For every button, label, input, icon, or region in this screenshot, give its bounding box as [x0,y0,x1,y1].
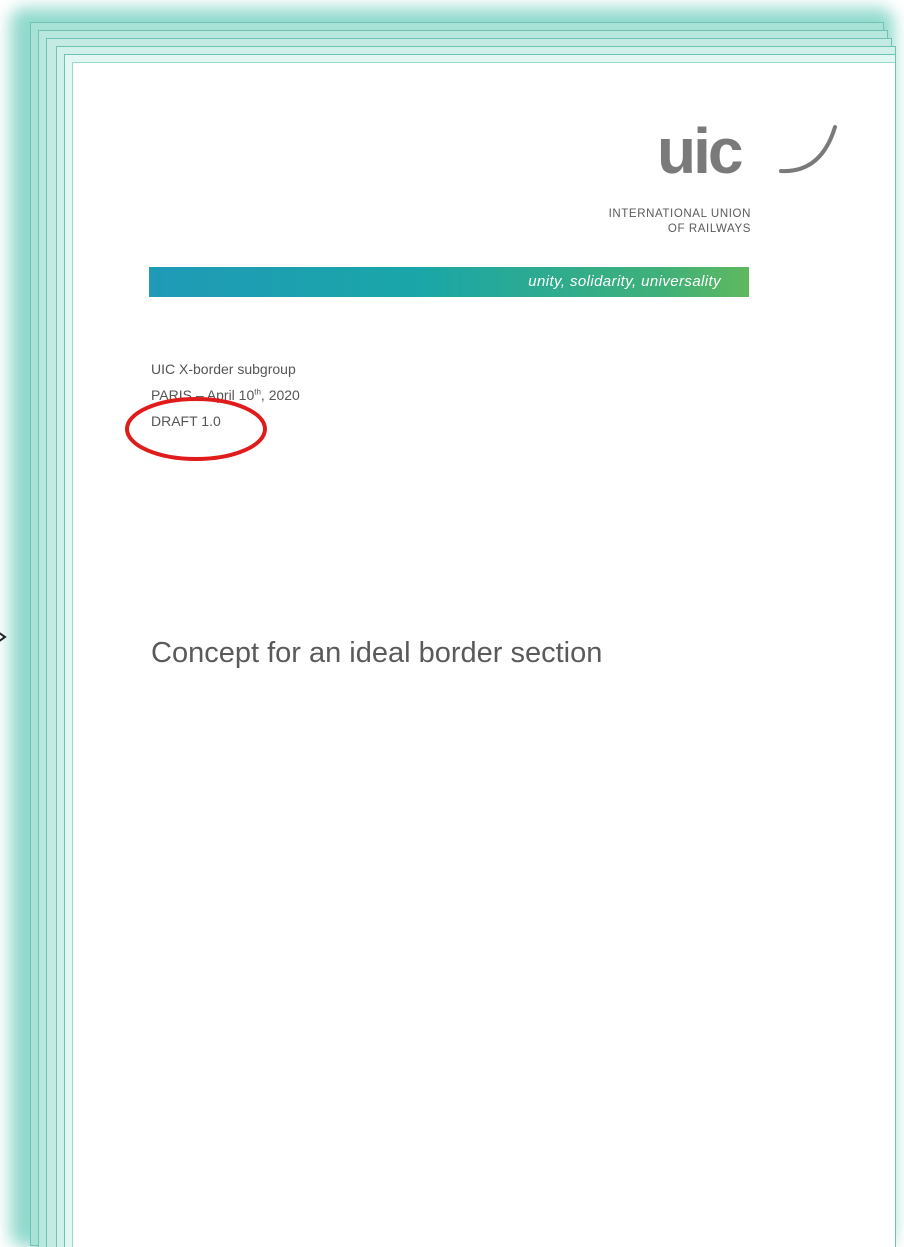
org-name-line-1: INTERNATIONAL UNION [608,208,751,220]
document-preview: uic INTERNATIONAL UNION OF RAILWAYS unit… [0,0,904,1247]
logo-wordmark: uic [657,121,742,185]
org-name-line-2: OF RAILWAYS [667,223,751,235]
uic-logo: uic [657,121,837,185]
red-highlight-ellipse [125,397,267,461]
arrow-head-icon [0,632,7,642]
cover-page: uic INTERNATIONAL UNION OF RAILWAYS unit… [72,62,895,1247]
document-title: Concept for an ideal border section [151,637,603,669]
group-name: UIC X-border subgroup [151,361,296,377]
slogan-text: unity, solidarity, universality [528,273,721,290]
slogan-bar: unity, solidarity, universality [149,267,749,297]
